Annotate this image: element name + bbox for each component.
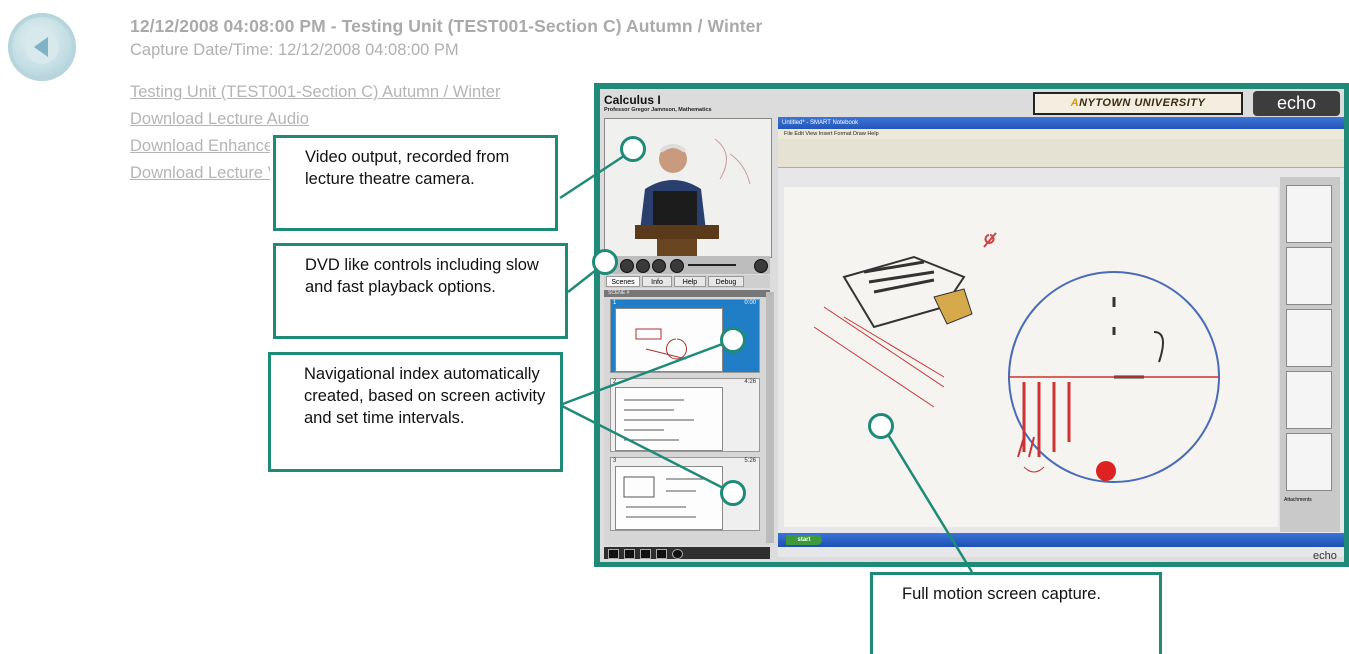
marker-video: [620, 136, 646, 162]
callout-video: Video output, recorded from lecture thea…: [273, 135, 558, 231]
callout-index: Navigational index automatically created…: [268, 352, 563, 472]
marker-screen: [868, 413, 894, 439]
marker-controls: [592, 249, 618, 275]
marker-index-2: [720, 480, 746, 506]
callout-controls: DVD like controls including slow and fas…: [273, 243, 568, 339]
marker-index-1: [720, 327, 746, 353]
callout-connectors: [559, 148, 974, 573]
connector-index-1: [559, 338, 734, 407]
connector-index-2: [559, 403, 734, 495]
connector-screen: [882, 427, 974, 573]
callout-screen: Full motion screen capture.: [870, 572, 1162, 654]
